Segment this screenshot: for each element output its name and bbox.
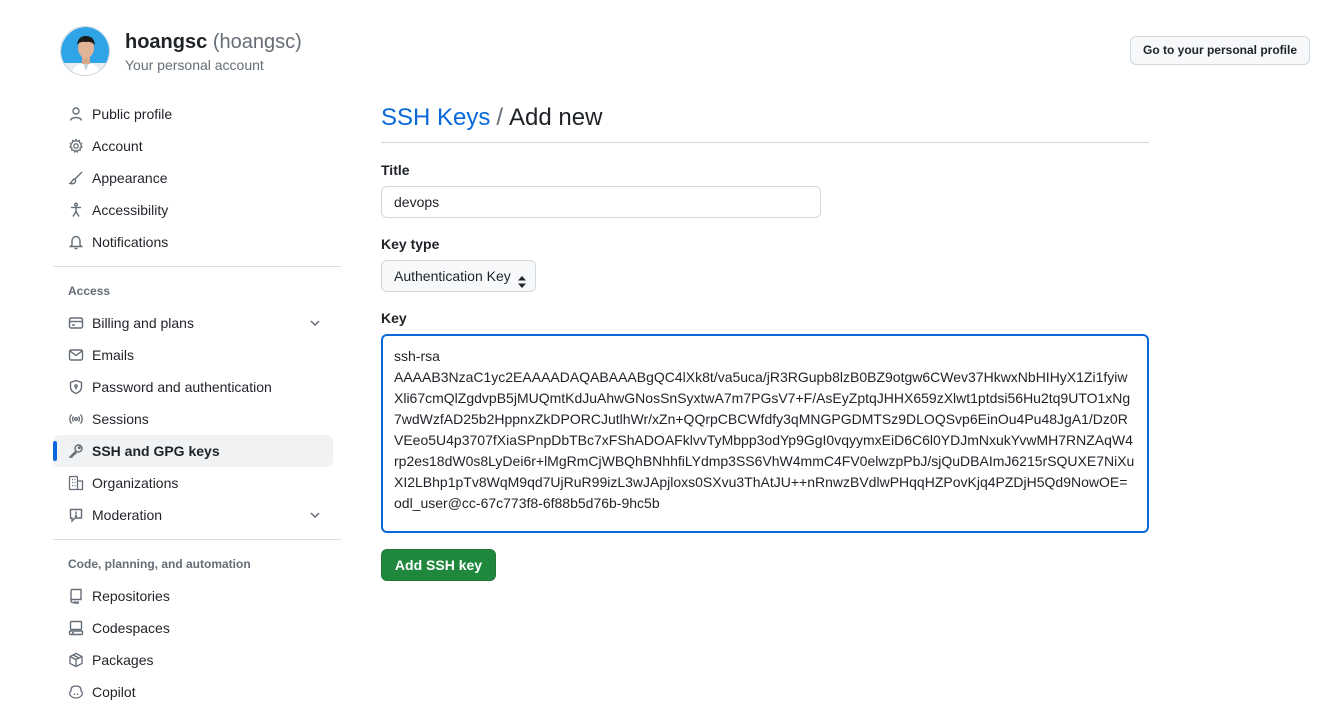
sidebar-item-notifications[interactable]: Notifications: [53, 226, 333, 258]
sidebar-item-appearance[interactable]: Appearance: [53, 162, 333, 194]
paintbrush-icon: [68, 170, 84, 186]
sidebar-item-codespaces[interactable]: Codespaces: [53, 612, 333, 644]
copilot-icon: [68, 684, 84, 700]
breadcrumb-ssh-keys-link[interactable]: SSH Keys: [381, 104, 490, 131]
sidebar-item-label: Moderation: [92, 507, 163, 523]
shield-lock-icon: [68, 379, 84, 395]
broadcast-icon: [68, 411, 84, 427]
sidebar-item-sessions[interactable]: Sessions: [53, 403, 333, 435]
settings-sidebar: Public profile Account Appearance Access…: [53, 98, 343, 708]
sidebar-item-label: Codespaces: [92, 620, 170, 636]
account-subtitle: Your personal account: [125, 57, 264, 73]
sidebar-item-label: Public profile: [92, 106, 173, 122]
user-name[interactable]: hoangsc (hoangsc): [125, 29, 302, 55]
package-icon: [68, 652, 84, 668]
key-label: Key: [381, 310, 407, 326]
key-type-select[interactable]: Authentication Key: [381, 260, 536, 292]
mail-icon: [68, 347, 84, 363]
sidebar-item-packages[interactable]: Packages: [53, 644, 333, 676]
title-label: Title: [381, 162, 410, 178]
add-ssh-key-button[interactable]: Add SSH key: [381, 549, 496, 581]
user-display-name: hoangsc: [125, 31, 208, 53]
credit-card-icon: [68, 315, 84, 331]
codespaces-icon: [68, 620, 84, 636]
key-icon: [68, 443, 84, 459]
chevron-down-icon[interactable]: [307, 315, 323, 331]
sidebar-item-moderation[interactable]: Moderation: [53, 499, 333, 531]
gear-icon: [68, 138, 84, 154]
select-arrows-icon: [517, 269, 527, 288]
key-textarea[interactable]: ssh-rsa AAAAB3NzaC1yc2EAAAADAQABAAABgQC4…: [381, 334, 1149, 533]
sidebar-item-label: Appearance: [92, 170, 168, 186]
breadcrumb-current: Add new: [509, 104, 603, 131]
sidebar-item-copilot[interactable]: Copilot: [53, 676, 333, 708]
go-to-profile-button[interactable]: Go to your personal profile: [1129, 36, 1310, 65]
sidebar-item-label: Packages: [92, 652, 154, 668]
sidebar-item-account[interactable]: Account: [53, 130, 333, 162]
sidebar-item-emails[interactable]: Emails: [53, 339, 333, 371]
sidebar-item-label: Copilot: [92, 684, 136, 700]
main-content: SSH Keys/Add new Title Key type Authenti…: [381, 100, 1149, 581]
sidebar-item-label: Accessibility: [92, 202, 169, 218]
sidebar-item-accessibility[interactable]: Accessibility: [53, 194, 333, 226]
sidebar-divider: [53, 539, 341, 540]
sidebar-item-label: Sessions: [92, 411, 149, 427]
user-info: hoangsc (hoangsc) Your personal account: [125, 29, 302, 75]
title-input[interactable]: [381, 186, 821, 218]
key-type-label: Key type: [381, 236, 440, 252]
report-icon: [68, 507, 84, 523]
sidebar-item-ssh-gpg-keys[interactable]: SSH and GPG keys: [53, 435, 333, 467]
chevron-down-icon[interactable]: [307, 507, 323, 523]
key-type-value: Authentication Key: [394, 268, 511, 284]
sidebar-section-access: Access: [68, 284, 111, 298]
breadcrumb-separator: /: [496, 104, 504, 131]
organization-icon: [68, 475, 84, 491]
page-title: SSH Keys / Add new: [381, 100, 1149, 143]
sidebar-section-code: Code, planning, and automation: [68, 557, 251, 571]
sidebar-item-label: Account: [92, 138, 143, 154]
bell-icon: [68, 234, 84, 250]
sidebar-item-label: Password and authentication: [92, 379, 272, 395]
account-header: hoangsc (hoangsc) Your personal account …: [60, 26, 1310, 78]
sidebar-item-repositories[interactable]: Repositories: [53, 580, 333, 612]
accessibility-icon: [68, 202, 84, 218]
user-login: (hoangsc): [212, 31, 302, 53]
sidebar-item-public-profile[interactable]: Public profile: [53, 98, 333, 130]
sidebar-item-label: SSH and GPG keys: [92, 443, 220, 459]
sidebar-item-password-auth[interactable]: Password and authentication: [53, 371, 333, 403]
sidebar-item-label: Billing and plans: [92, 315, 194, 331]
avatar[interactable]: [60, 26, 110, 76]
repo-icon: [68, 588, 84, 604]
sidebar-divider: [53, 266, 341, 267]
sidebar-item-label: Emails: [92, 347, 135, 363]
sidebar-item-label: Organizations: [92, 475, 179, 491]
person-icon: [68, 106, 84, 122]
sidebar-item-label: Notifications: [92, 234, 169, 250]
sidebar-item-billing[interactable]: Billing and plans: [53, 307, 333, 339]
sidebar-item-organizations[interactable]: Organizations: [53, 467, 333, 499]
sidebar-item-label: Repositories: [92, 588, 170, 604]
